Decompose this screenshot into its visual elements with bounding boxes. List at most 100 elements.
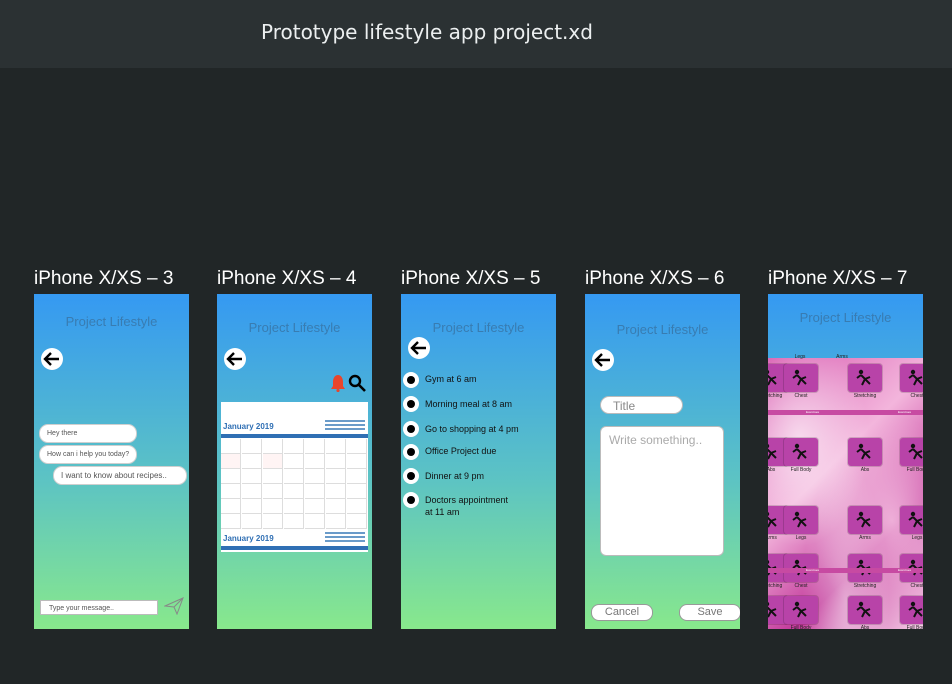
todo-item: Go to shopping at 4 pm bbox=[425, 424, 519, 434]
back-arrow-icon[interactable] bbox=[592, 349, 614, 371]
bell-icon[interactable] bbox=[330, 374, 346, 392]
exercise-tile[interactable] bbox=[784, 438, 818, 466]
exercise-tile[interactable] bbox=[900, 438, 923, 466]
exercise-tile[interactable] bbox=[900, 596, 923, 624]
calendar-day-cell[interactable] bbox=[284, 499, 304, 514]
calendar-day-cell[interactable] bbox=[305, 484, 325, 499]
calendar-day-cell[interactable] bbox=[221, 454, 241, 469]
search-icon[interactable] bbox=[348, 374, 366, 392]
todo-radio[interactable] bbox=[403, 421, 419, 437]
calendar-day-cell[interactable] bbox=[221, 514, 241, 529]
calendar-day-cell[interactable] bbox=[221, 484, 241, 499]
calendar-day-cell[interactable] bbox=[347, 514, 367, 529]
chat-bubble: How can i help you today? bbox=[39, 445, 137, 464]
exercise-figure-icon bbox=[908, 443, 923, 460]
calendar-day-cell[interactable] bbox=[347, 499, 367, 514]
exercise-tile[interactable] bbox=[784, 596, 818, 624]
calendar-day-cell[interactable] bbox=[347, 484, 367, 499]
calendar-day-cell[interactable] bbox=[284, 454, 304, 469]
calendar-day-cell[interactable] bbox=[221, 469, 241, 484]
calendar-day-cell[interactable] bbox=[263, 439, 283, 454]
back-arrow-icon[interactable] bbox=[224, 348, 246, 370]
message-input[interactable]: Type your message.. bbox=[40, 600, 158, 615]
artboard-chat[interactable]: Project Lifestyle Hey there How can i he… bbox=[34, 294, 189, 629]
exercise-grid[interactable]: Stretching Chest Stretching Chest Abs Full Bo… bbox=[768, 354, 923, 629]
todo-radio[interactable] bbox=[403, 492, 419, 508]
exercise-tile[interactable] bbox=[848, 596, 882, 624]
calendar-day-cell[interactable] bbox=[242, 499, 262, 514]
exercise-tile[interactable] bbox=[900, 506, 923, 534]
calendar-day-cell[interactable] bbox=[221, 439, 241, 454]
artboard-todo[interactable]: Project Lifestyle Gym at 6 am Morning me… bbox=[401, 294, 556, 629]
artboard-label-6[interactable]: iPhone X/XS – 6 bbox=[585, 268, 724, 290]
calendar-day-cell[interactable] bbox=[326, 514, 346, 529]
calendar-day-cell[interactable] bbox=[284, 514, 304, 529]
artboard-note[interactable]: Project Lifestyle Title Write something.… bbox=[585, 294, 740, 629]
calendar-day-cell[interactable] bbox=[263, 499, 283, 514]
exercise-tile[interactable] bbox=[784, 506, 818, 534]
artboard-exercises[interactable]: Project Lifestyle StretchingChestStretch… bbox=[768, 294, 923, 629]
calendar-day-cell[interactable] bbox=[242, 469, 262, 484]
artboard-label-3[interactable]: iPhone X/XS – 3 bbox=[34, 268, 173, 290]
calendar-day-cell[interactable] bbox=[284, 469, 304, 484]
calendar-day-cell[interactable] bbox=[305, 499, 325, 514]
note-body-field[interactable]: Write something.. bbox=[600, 426, 724, 556]
exercise-tile[interactable] bbox=[900, 364, 923, 392]
exercise-figure-icon bbox=[908, 369, 923, 386]
back-arrow-icon[interactable] bbox=[408, 337, 430, 359]
calendar-day-cell[interactable] bbox=[242, 439, 262, 454]
chat-bubble: I want to know about recipes.. bbox=[53, 466, 187, 485]
cancel-button[interactable]: Cancel bbox=[591, 604, 653, 621]
calendar-day-cell[interactable] bbox=[347, 469, 367, 484]
calendar-day-cell[interactable] bbox=[263, 484, 283, 499]
calendar-widget[interactable]: January 2019 January 2019 bbox=[221, 402, 368, 552]
exercise-label: Chest bbox=[910, 583, 923, 589]
exercise-tile[interactable] bbox=[848, 364, 882, 392]
calendar-day-cell[interactable] bbox=[305, 454, 325, 469]
calendar-day-cell[interactable] bbox=[326, 469, 346, 484]
calendar-day-cell[interactable] bbox=[263, 469, 283, 484]
calendar-day-cell[interactable] bbox=[326, 484, 346, 499]
todo-radio[interactable] bbox=[403, 468, 419, 484]
calendar-day-cell[interactable] bbox=[242, 484, 262, 499]
calendar-day-cell[interactable] bbox=[284, 439, 304, 454]
todo-radio[interactable] bbox=[403, 444, 419, 460]
artboard-label-4[interactable]: iPhone X/XS – 4 bbox=[217, 268, 356, 290]
calendar-weekday-bar bbox=[221, 434, 368, 438]
artboard-label-5[interactable]: iPhone X/XS – 5 bbox=[401, 268, 540, 290]
calendar-day-cell[interactable] bbox=[263, 514, 283, 529]
calendar-day-cell[interactable] bbox=[326, 499, 346, 514]
exercise-label: Full Body bbox=[790, 467, 812, 473]
artboard-calendar[interactable]: Project Lifestyle January 2019 January 2… bbox=[217, 294, 372, 629]
calendar-day-cell[interactable] bbox=[305, 439, 325, 454]
calendar-day-cell[interactable] bbox=[284, 484, 304, 499]
exercise-label: Legs bbox=[911, 535, 923, 541]
calendar-day-cell[interactable] bbox=[326, 439, 346, 454]
back-arrow-icon[interactable] bbox=[41, 348, 63, 370]
exercise-figure-icon bbox=[856, 511, 871, 528]
exercise-divider-label: Exercises bbox=[898, 568, 912, 572]
calendar-month: January 2019 bbox=[223, 422, 274, 431]
calendar-day-cell[interactable] bbox=[221, 499, 241, 514]
calendar-day-cell[interactable] bbox=[347, 439, 367, 454]
calendar-day-cell[interactable] bbox=[347, 454, 367, 469]
calendar-day-cell[interactable] bbox=[326, 454, 346, 469]
calendar-day-cell[interactable] bbox=[263, 454, 283, 469]
save-button[interactable]: Save bbox=[679, 604, 740, 621]
note-title-field[interactable]: Title bbox=[600, 396, 683, 414]
exercise-tile[interactable] bbox=[848, 506, 882, 534]
exercise-tile[interactable] bbox=[784, 364, 818, 392]
exercise-label: Chest bbox=[794, 393, 808, 399]
calendar-day-cell[interactable] bbox=[305, 514, 325, 529]
todo-radio[interactable] bbox=[403, 396, 419, 412]
calendar-day-cell[interactable] bbox=[305, 469, 325, 484]
exercise-figure-icon bbox=[792, 369, 807, 386]
exercise-tile[interactable] bbox=[848, 438, 882, 466]
todo-radio[interactable] bbox=[403, 372, 419, 388]
exercise-label: Stretching bbox=[853, 583, 877, 589]
send-icon[interactable] bbox=[164, 597, 184, 615]
calendar-day-cell[interactable] bbox=[242, 454, 262, 469]
mini-calendar bbox=[325, 420, 365, 430]
artboard-label-7[interactable]: iPhone X/XS – 7 bbox=[768, 268, 907, 290]
calendar-day-cell[interactable] bbox=[242, 514, 262, 529]
